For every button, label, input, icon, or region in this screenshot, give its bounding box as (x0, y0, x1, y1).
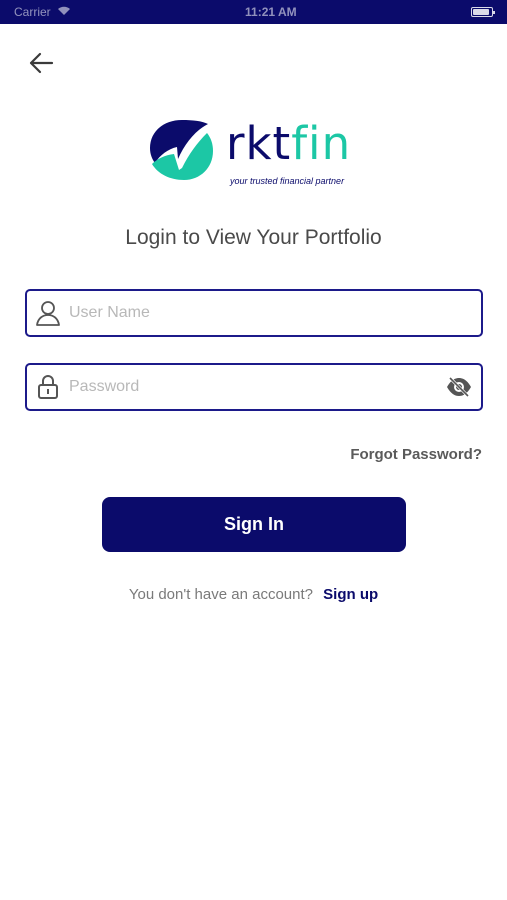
password-input[interactable] (69, 365, 437, 409)
sign-in-button[interactable]: Sign In (102, 497, 406, 552)
wifi-icon (57, 5, 71, 19)
username-input[interactable] (69, 291, 481, 335)
signup-row: You don't have an account? Sign up (0, 586, 507, 603)
page-title: Login to View Your Portfolio (125, 226, 382, 249)
eye-slash-icon[interactable] (437, 377, 481, 397)
arrow-left-icon (29, 52, 54, 74)
user-icon (27, 300, 69, 326)
back-button[interactable] (22, 44, 60, 82)
brand-logo: rktfin your trusted financial partner (148, 116, 368, 192)
logo-word-fin: fin (291, 117, 352, 170)
status-left: Carrier (14, 5, 71, 19)
password-field[interactable] (25, 363, 483, 411)
status-bar: Carrier 11:21 AM (0, 0, 507, 24)
lock-icon (27, 374, 69, 400)
status-time: 11:21 AM (245, 5, 297, 19)
logo-wordmark: rktfin (226, 114, 351, 174)
battery-icon (470, 7, 495, 17)
username-field[interactable] (25, 289, 483, 337)
forgot-password-link[interactable]: Forgot Password? (350, 446, 482, 463)
carrier-label: Carrier (14, 5, 51, 19)
logo-tagline: your trusted financial partner (230, 176, 345, 186)
signup-prompt: You don't have an account? (128, 586, 313, 603)
logo-word-rkt: rkt (226, 117, 292, 170)
check-circle-logo-icon (150, 120, 213, 180)
sign-up-link[interactable]: Sign up (323, 586, 378, 603)
